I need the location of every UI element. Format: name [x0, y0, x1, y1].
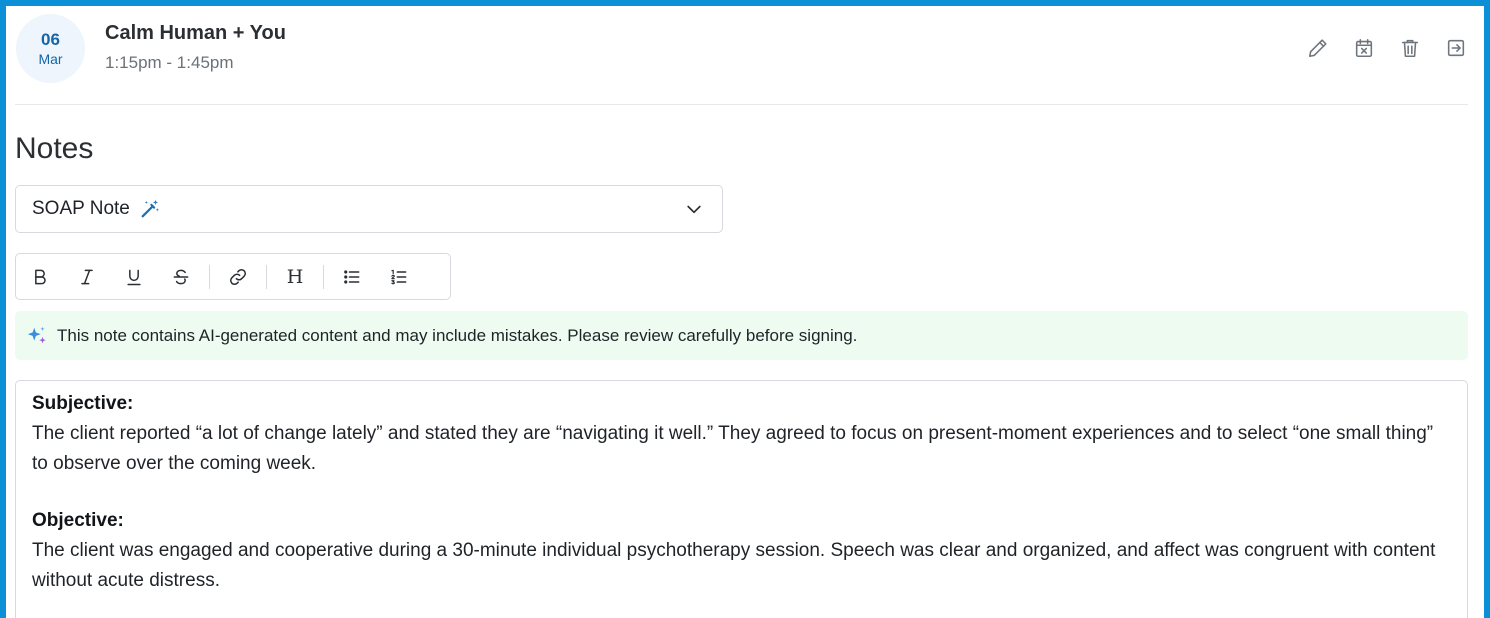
- link-icon: [229, 268, 247, 285]
- bold-button[interactable]: [28, 265, 52, 289]
- edit-button[interactable]: [1306, 36, 1330, 60]
- numbered-list-icon: [391, 269, 407, 284]
- exit-button[interactable]: [1444, 36, 1468, 60]
- numbered-list-button[interactable]: [387, 265, 411, 289]
- note-editor[interactable]: Subjective: The client reported “a lot o…: [15, 380, 1468, 618]
- strikethrough-icon: [173, 269, 189, 284]
- chevron-down-icon: [684, 199, 704, 219]
- edit-icon: [1308, 39, 1327, 58]
- bullet-list-icon: [344, 269, 360, 284]
- date-month: Mar: [38, 50, 63, 67]
- toolbar-divider: [323, 264, 324, 289]
- exit-icon: [1447, 39, 1465, 57]
- subjective-body: The client reported “a lot of change lat…: [32, 423, 1434, 474]
- link-button[interactable]: [226, 265, 250, 289]
- objective-heading: Objective:: [32, 510, 124, 531]
- bold-icon: [35, 269, 46, 284]
- appointment-header: 06 Mar Calm Human + You 1:15pm - 1:45pm: [15, 6, 1468, 105]
- heading-icon: H: [286, 265, 304, 288]
- appointment-panel: 06 Mar Calm Human + You 1:15pm - 1:45pm …: [6, 6, 1484, 618]
- ai-banner-text: This note contains AI-generated content …: [57, 325, 858, 345]
- underline-icon: [127, 269, 141, 285]
- note-template-value: SOAP Note: [32, 198, 130, 219]
- date-day: 06: [41, 29, 60, 49]
- ai-content-banner: This note contains AI-generated content …: [15, 311, 1468, 360]
- italic-icon: [81, 269, 93, 284]
- strikethrough-button[interactable]: [169, 265, 193, 289]
- appointment-title: Calm Human + You: [105, 22, 286, 44]
- formatting-toolbar: H: [15, 253, 451, 300]
- objective-body: The client was engaged and cooperative d…: [32, 540, 1436, 591]
- bullet-list-button[interactable]: [340, 265, 364, 289]
- toolbar-divider: [209, 264, 210, 289]
- heading-button[interactable]: H: [283, 265, 307, 289]
- magic-wand-icon: [141, 199, 159, 218]
- subjective-heading: Subjective:: [32, 393, 134, 414]
- toolbar-divider: [266, 264, 267, 289]
- notes-heading: Notes: [15, 132, 94, 165]
- delete-button[interactable]: [1398, 36, 1422, 60]
- cancel-appointment-button[interactable]: [1352, 36, 1376, 60]
- date-badge: 06 Mar: [16, 14, 85, 83]
- note-template-select[interactable]: SOAP Note: [15, 185, 723, 233]
- header-actions: [1306, 36, 1468, 60]
- delete-icon: [1401, 39, 1419, 58]
- italic-button[interactable]: [75, 265, 99, 289]
- appointment-time: 1:15pm - 1:45pm: [105, 53, 234, 72]
- underline-button[interactable]: [122, 265, 146, 289]
- sparkle-icon: [27, 326, 46, 343]
- cancel-appointment-icon: [1355, 38, 1373, 58]
